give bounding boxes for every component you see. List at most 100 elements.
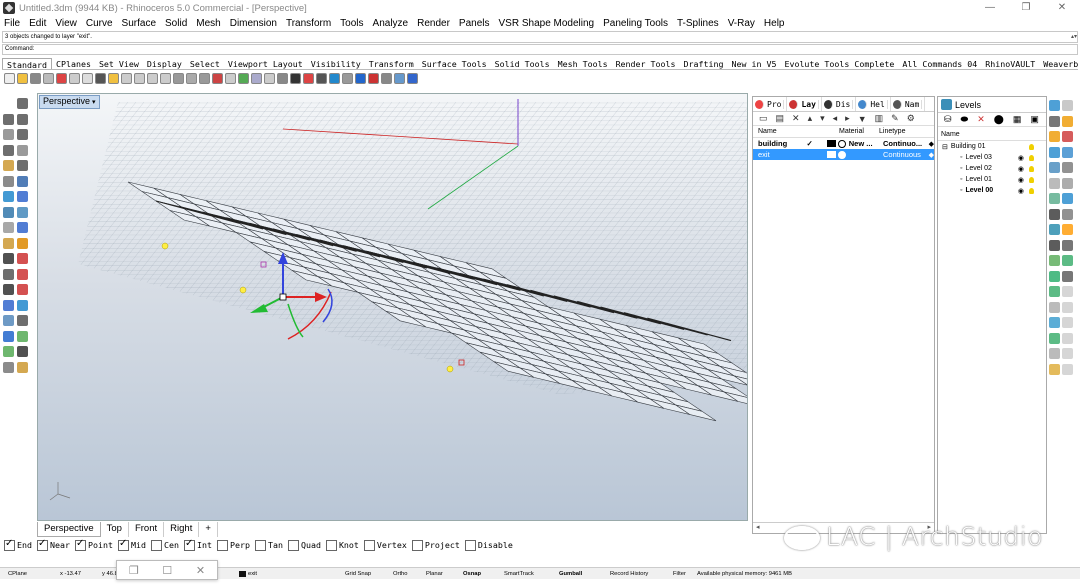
- tool-icon[interactable]: [3, 237, 14, 249]
- tool-icon[interactable]: [1062, 239, 1073, 251]
- viewport-menu-arrow-icon[interactable]: ▾: [92, 97, 96, 108]
- status-gumball[interactable]: Gumball: [559, 571, 582, 577]
- status-grid-snap[interactable]: Grid Snap: [345, 571, 371, 577]
- layer-color-swatch[interactable]: [827, 151, 837, 158]
- status-planar[interactable]: Planar: [426, 571, 443, 577]
- status-osnap[interactable]: Osnap: [463, 571, 481, 577]
- menu-file[interactable]: File: [4, 18, 20, 29]
- toolbar-tool-icon[interactable]: [407, 72, 418, 84]
- viewport-tab-top[interactable]: Top: [101, 522, 129, 537]
- levels-tool-icon[interactable]: ⬤: [994, 114, 1004, 125]
- tool-icon[interactable]: [1062, 100, 1073, 112]
- levels-tool-icon[interactable]: ▦: [1013, 114, 1022, 125]
- status-smarttrack[interactable]: SmartTrack: [504, 571, 534, 577]
- toolbar-tab-evolute-tools-complete[interactable]: Evolute Tools Complete: [780, 58, 898, 69]
- toolbar-tool-icon[interactable]: [212, 72, 223, 84]
- toolbar-tool-icon[interactable]: [277, 72, 288, 84]
- tool-icon[interactable]: [1062, 193, 1073, 205]
- osnap-disable[interactable]: Disable: [464, 539, 513, 551]
- osnap-tan[interactable]: Tan: [254, 539, 283, 551]
- tree-expander-icon[interactable]: ◦: [960, 187, 962, 194]
- tool-icon[interactable]: [3, 315, 14, 327]
- osnap-checkbox[interactable]: [74, 538, 86, 551]
- layer-name[interactable]: building: [753, 139, 806, 148]
- toolbar-tab-select[interactable]: Select: [186, 58, 224, 69]
- osnap-checkbox[interactable]: [287, 539, 299, 551]
- menu-v-ray[interactable]: V-Ray: [728, 18, 755, 29]
- toolbar-tool-icon[interactable]: [303, 72, 314, 84]
- viewport-title[interactable]: Perspective ▾: [39, 95, 100, 109]
- minimize-button[interactable]: —: [972, 0, 1008, 16]
- tool-icon[interactable]: [17, 144, 28, 156]
- osnap-checkbox[interactable]: [183, 538, 195, 551]
- tree-expander-icon[interactable]: ⊟: [942, 143, 948, 151]
- osnap-checkbox[interactable]: [325, 539, 337, 551]
- osnap-cen[interactable]: Cen: [150, 539, 179, 551]
- toolbar-tool-icon[interactable]: [56, 72, 67, 84]
- level-label[interactable]: Level 00: [965, 187, 993, 194]
- menu-mesh[interactable]: Mesh: [196, 18, 220, 29]
- tool-icon[interactable]: [17, 361, 28, 373]
- level-tree-item[interactable]: ⊟ Building 01: [938, 141, 1046, 152]
- osnap-checkbox[interactable]: [411, 539, 423, 551]
- tool-icon[interactable]: [17, 206, 28, 218]
- toolbar-tab-surface-tools[interactable]: Surface Tools: [418, 58, 491, 69]
- tool-icon[interactable]: [1062, 317, 1073, 329]
- osnap-checkbox[interactable]: [150, 539, 162, 551]
- level-tree-item[interactable]: ◦ Level 01 ◉: [938, 174, 1046, 185]
- tool-icon[interactable]: [3, 299, 14, 311]
- tool-icon[interactable]: [3, 175, 14, 187]
- status-filter[interactable]: Filter: [673, 571, 686, 577]
- tool-icon[interactable]: [17, 191, 28, 203]
- layer-print-color-icon[interactable]: ◆: [929, 140, 934, 148]
- grip-point[interactable]: [446, 365, 454, 373]
- layer-linetype[interactable]: Continuo...: [883, 139, 929, 148]
- level-label[interactable]: Level 03: [965, 154, 991, 161]
- level-label[interactable]: Level 02: [965, 165, 991, 172]
- visibility-eye-icon[interactable]: ◉: [1018, 176, 1024, 184]
- level-tree-item[interactable]: ◦ Level 00 ◉: [938, 185, 1046, 196]
- viewport-scene[interactable]: [38, 94, 748, 521]
- light-bulb-icon[interactable]: [1029, 143, 1034, 150]
- tool-icon[interactable]: [1049, 100, 1060, 112]
- layer-name[interactable]: exit: [753, 150, 806, 159]
- layer-material[interactable]: New ...: [849, 139, 883, 148]
- toolbar-tab-all-commands-04[interactable]: All Commands 04: [898, 58, 981, 69]
- toolbar-tab-rhinovault[interactable]: RhinoVAULT: [981, 58, 1039, 69]
- toolbar-tab-set-view[interactable]: Set View: [95, 58, 143, 69]
- tool-icon[interactable]: [3, 222, 14, 234]
- menu-edit[interactable]: Edit: [29, 18, 46, 29]
- tree-expander-icon[interactable]: ◦: [960, 154, 962, 161]
- tool-icon[interactable]: [3, 346, 14, 358]
- levels-tool-icon[interactable]: ✕: [977, 114, 985, 125]
- osnap-end[interactable]: End: [4, 538, 32, 551]
- tool-icon[interactable]: [1062, 208, 1073, 220]
- layer-color-swatch[interactable]: [827, 140, 837, 147]
- tool-icon[interactable]: [1062, 146, 1073, 158]
- osnap-perp[interactable]: Perp: [216, 539, 250, 551]
- tool-icon[interactable]: [1049, 239, 1060, 251]
- tool-icon[interactable]: [1062, 363, 1073, 375]
- tool-icon[interactable]: [1049, 177, 1060, 189]
- tree-expander-icon[interactable]: ◦: [960, 176, 962, 183]
- tab-levels[interactable]: Levels: [938, 97, 1046, 113]
- toolbar-tab-transform[interactable]: Transform: [365, 58, 418, 69]
- toolbar-tool-icon[interactable]: [17, 72, 28, 84]
- tool-icon[interactable]: [1049, 115, 1060, 127]
- menu-t-splines[interactable]: T-Splines: [677, 18, 719, 29]
- toolbar-tab-solid-tools[interactable]: Solid Tools: [491, 58, 554, 69]
- level-label[interactable]: Level 01: [965, 176, 991, 183]
- tool-icon[interactable]: [3, 330, 14, 342]
- maximize-button[interactable]: ❐: [1008, 0, 1044, 16]
- level-label[interactable]: Building 01: [951, 143, 986, 150]
- tool-icon[interactable]: [1049, 348, 1060, 360]
- toolbar-tool-icon[interactable]: [173, 72, 184, 84]
- layer-row[interactable]: building ✓ New ... Continuo... ◆: [753, 138, 934, 149]
- layer-material-icon[interactable]: [838, 139, 846, 148]
- tool-icon[interactable]: [1049, 270, 1060, 282]
- tool-icon[interactable]: [1049, 286, 1060, 298]
- tool-icon[interactable]: [1062, 177, 1073, 189]
- menu-curve[interactable]: Curve: [86, 18, 113, 29]
- menu-paneling-tools[interactable]: Paneling Tools: [603, 18, 668, 29]
- tool-icon[interactable]: [1049, 131, 1060, 143]
